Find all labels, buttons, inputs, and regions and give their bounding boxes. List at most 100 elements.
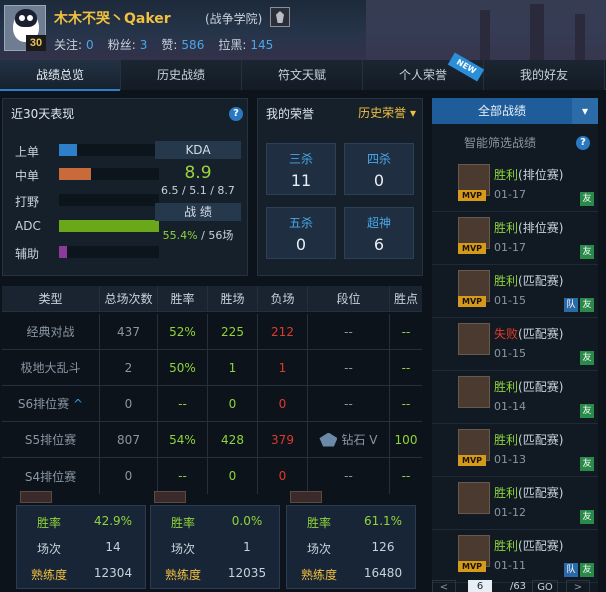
col-total: 总场次数: [100, 286, 158, 311]
honor-legendary: 超神 6: [344, 207, 414, 259]
match-date: 01-17: [494, 241, 526, 254]
level-badge: 30: [26, 35, 46, 51]
champion-icon: [458, 323, 490, 355]
role-row-adc: ADC: [15, 219, 159, 233]
mvp-badge: MVP: [458, 296, 486, 307]
table-row[interactable]: S5排位赛 807 54% 428 379 钻石 V 100: [2, 422, 422, 458]
col-wins: 胜场: [208, 286, 258, 311]
list-item[interactable]: MVP 胜利(匹配赛) 01-11 队友: [432, 531, 598, 583]
help-icon[interactable]: ?: [576, 136, 590, 150]
avatar[interactable]: 30: [4, 5, 46, 51]
table-row[interactable]: 极地大乱斗 2 50% 1 1 -- --: [2, 350, 422, 386]
list-item[interactable]: 胜利(匹配赛) 01-14 友: [432, 372, 598, 424]
record-value: 55.4% / 56场: [155, 227, 241, 243]
role-bar-top: [59, 144, 77, 156]
diamond-rank-icon: [319, 432, 338, 447]
game-count: / 56场: [201, 229, 234, 242]
kda-detail: 6.5 / 5.1 / 8.7: [161, 184, 235, 197]
blacklist-count[interactable]: 145: [250, 38, 273, 52]
hero-card[interactable]: 胜率 42.9% 场次 14 熟练度 12304: [16, 505, 146, 589]
tab-history[interactable]: 历史战绩: [121, 60, 242, 90]
list-item[interactable]: MVP 胜利(匹配赛) 01-13 友: [432, 425, 598, 477]
kda-box: KDA 8.9 6.5 / 5.1 / 8.7 战 绩 55.4% / 56场: [155, 141, 241, 261]
fans-count[interactable]: 3: [140, 38, 148, 52]
help-icon[interactable]: ?: [229, 107, 243, 121]
list-item[interactable]: 失败(匹配赛) 01-15 友: [432, 319, 598, 371]
all-matches-button[interactable]: 全部战绩: [432, 98, 572, 124]
tab-runes[interactable]: 符文天赋: [242, 60, 363, 90]
prev-page-button[interactable]: <: [432, 580, 456, 592]
team-badge-icon: 队: [564, 298, 578, 312]
match-date: 01-17: [494, 188, 526, 201]
list-item[interactable]: 胜利(匹配赛) 01-12 友: [432, 478, 598, 530]
history-honors-dropdown[interactable]: 历史荣誉 ▾: [358, 104, 416, 121]
match-result: 胜利(匹配赛): [494, 539, 564, 553]
role-bar-support: [59, 246, 67, 258]
table-row[interactable]: S6排位赛 ^ 0 -- 0 0 -- --: [2, 386, 422, 422]
col-rate: 胜率: [158, 286, 208, 311]
match-date: 01-14: [494, 400, 526, 413]
match-date: 01-12: [494, 506, 526, 519]
honor-quadra-kill: 四杀 0: [344, 143, 414, 195]
pagination: < 6 /63 GO >: [432, 580, 602, 592]
profile-header: 30 木木不哭丶Qaker (战争学院) 关注: 0 粉丝: 3 赞: 586 拉黑: 145: [0, 0, 606, 60]
role-row-mid: 中单: [15, 167, 159, 183]
server-name: (战争学院): [205, 12, 263, 26]
list-item[interactable]: MVP 胜利(排位赛) 01-17 友: [432, 213, 598, 265]
list-item[interactable]: MVP 胜利(排位赛) 01-17 友: [432, 160, 598, 212]
role-bar-adc: [59, 220, 159, 232]
chevron-down-icon: ▾: [409, 106, 416, 120]
next-page-button[interactable]: >: [566, 580, 590, 592]
friend-badge-icon: 友: [580, 510, 594, 524]
role-row-top: 上单: [15, 143, 159, 159]
background-spire: [480, 10, 490, 60]
match-result: 胜利(匹配赛): [494, 486, 564, 500]
performance-panel: 近30天表现 ? 上单 中单 打野 ADC 辅助 KDA 8.9 6.5 / 5…: [2, 98, 248, 276]
match-date: 01-15: [494, 294, 526, 307]
friend-badge-icon: 友: [580, 245, 594, 259]
background-spire: [530, 4, 544, 60]
match-result: 胜利(排位赛): [494, 168, 564, 182]
col-rank: 段位: [308, 286, 390, 311]
hero-portrait[interactable]: [20, 491, 52, 503]
honors-title: 我的荣誉: [266, 107, 315, 121]
col-type: 类型: [2, 286, 100, 311]
smart-filter-label[interactable]: 智能筛选战绩: [464, 134, 536, 151]
tab-honors[interactable]: 个人荣誉 NEW: [363, 52, 485, 90]
page-input[interactable]: 6: [468, 580, 492, 592]
mvp-badge: MVP: [458, 243, 486, 254]
go-button[interactable]: GO: [532, 580, 558, 592]
chevron-up-icon[interactable]: ^: [73, 397, 83, 411]
chevron-down-icon[interactable]: ▾: [572, 98, 598, 124]
hero-card[interactable]: 胜率 0.0% 场次 1 熟练度 12035: [150, 505, 280, 589]
role-row-jungle: 打野: [15, 193, 159, 209]
table-row[interactable]: S4排位赛 0 -- 0 0 -- --: [2, 458, 422, 494]
hero-portrait[interactable]: [290, 491, 322, 503]
username: 木木不哭丶Qaker: [54, 11, 171, 27]
performance-title: 近30天表现: [11, 107, 75, 121]
mvp-badge: MVP: [458, 561, 486, 572]
list-item[interactable]: MVP 胜利(匹配赛) 01-15 队友: [432, 266, 598, 318]
hero-portrait[interactable]: [154, 491, 186, 503]
match-result: 胜利(匹配赛): [494, 380, 564, 394]
background-spire: [575, 14, 585, 60]
role-row-support: 辅助: [15, 245, 159, 261]
match-result: 胜利(匹配赛): [494, 433, 564, 447]
champion-icon: [458, 376, 490, 408]
col-losses: 负场: [258, 286, 308, 311]
tab-overview[interactable]: 战绩总览: [0, 60, 121, 91]
main-tabs: 战绩总览 历史战绩 符文天赋 个人荣誉 NEW 我的好友: [0, 52, 606, 91]
follow-count[interactable]: 0: [86, 38, 94, 52]
match-result: 胜利(排位赛): [494, 221, 564, 235]
hero-card[interactable]: 胜率 61.1% 场次 126 熟练度 16480: [286, 505, 416, 589]
team-badge-icon: 队: [564, 563, 578, 577]
match-result: 胜利(匹配赛): [494, 274, 564, 288]
table-header-row: 类型 总场次数 胜率 胜场 负场 段位 胜点: [2, 286, 422, 312]
table-row[interactable]: 经典对战 437 52% 225 212 -- --: [2, 314, 422, 350]
tab-friends[interactable]: 我的好友: [484, 60, 605, 90]
likes-count[interactable]: 586: [181, 38, 204, 52]
match-date: 01-11: [494, 559, 526, 572]
friend-badge-icon: 友: [580, 298, 594, 312]
rank-badge-icon[interactable]: [270, 7, 290, 27]
match-result: 失败(匹配赛): [494, 327, 564, 341]
